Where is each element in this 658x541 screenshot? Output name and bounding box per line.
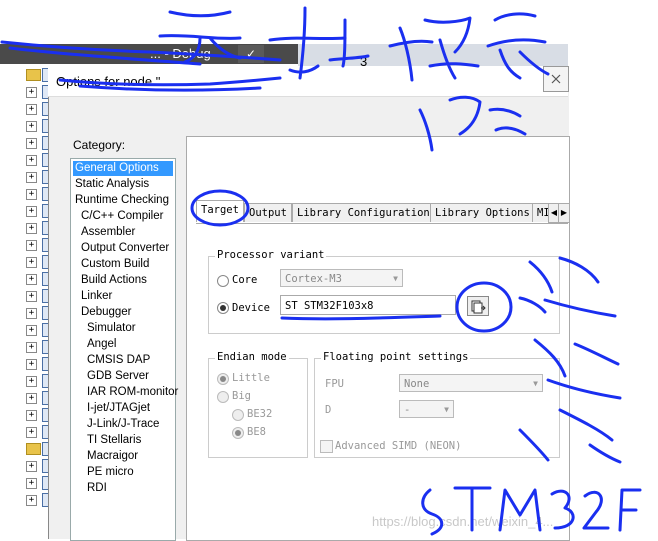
handwritten-annotations — [0, 6, 642, 536]
